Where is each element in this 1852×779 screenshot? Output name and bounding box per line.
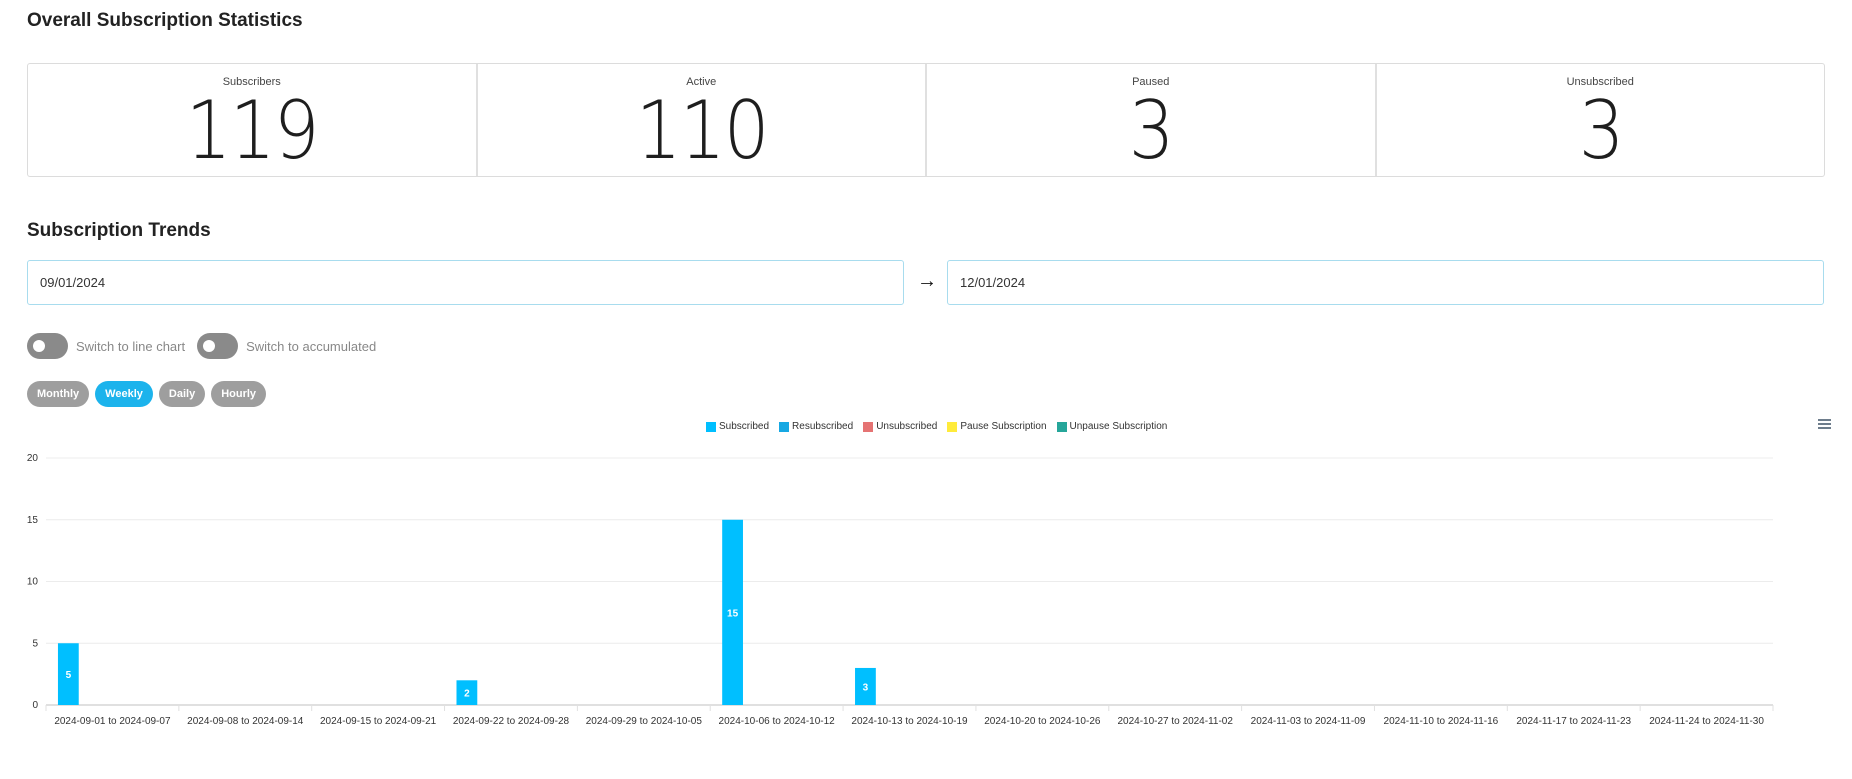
line-chart-toggle[interactable]	[27, 333, 68, 359]
x-tick-label: 2024-09-01 to 2024-09-07	[54, 716, 171, 727]
stat-value: 3	[1578, 84, 1624, 177]
period-daily-button[interactable]: Daily	[158, 381, 206, 407]
y-tick-label: 0	[32, 700, 38, 711]
menu-line	[1818, 427, 1831, 429]
legend-label: Subscribed	[719, 421, 770, 432]
chart-toggles: Switch to line chart Switch to accumulat…	[27, 333, 388, 359]
legend-label: Pause Subscription	[960, 421, 1047, 432]
x-tick-label: 2024-11-24 to 2024-11-30	[1649, 716, 1764, 727]
legend-item-unpause-subscription[interactable]: Unpause Subscription	[1056, 421, 1168, 432]
legend-swatch	[1056, 421, 1067, 432]
legend-swatch	[863, 421, 874, 432]
stat-card-unsubscribed: Unsubscribed 3	[1377, 64, 1825, 176]
toggle-knob	[203, 340, 216, 352]
accumulated-toggle[interactable]	[197, 333, 239, 359]
y-tick-label: 10	[27, 577, 39, 588]
x-tick-label: 2024-10-13 to 2024-10-19	[851, 716, 968, 727]
x-tick-label: 2024-11-17 to 2024-11-23	[1516, 716, 1631, 727]
stat-card-active: Active 110	[478, 64, 927, 177]
bar-data-label: 2	[464, 689, 470, 700]
bar-data-label: 15	[727, 608, 739, 619]
chart-legend: Subscribed Resubscribed Unsubscribed Pau…	[706, 421, 1167, 432]
trends-section-title: Subscription Trends	[27, 220, 211, 241]
legend-label: Unpause Subscription	[1069, 421, 1168, 432]
stats-cards: Subscribers 119 Active 110 Paused 3 Unsu…	[27, 63, 1825, 177]
chart-menu-icon[interactable]	[1818, 419, 1831, 430]
subscription-trends-chart: 0 5 10 15 20 2024-09-01 to 2024-09-07 2024-09-…	[27, 453, 1774, 727]
x-tick-label: 2024-09-29 to 2024-10-05	[586, 716, 703, 727]
period-hourly-button[interactable]: Hourly	[211, 381, 267, 407]
start-date-input[interactable]: 09/01/2024	[27, 260, 904, 305]
period-weekly-button[interactable]: Weekly	[95, 381, 153, 407]
toggle-knob	[33, 340, 45, 352]
accumulated-toggle-label: Switch to accumulated	[246, 338, 377, 354]
legend-swatch	[947, 421, 958, 432]
y-tick-label: 20	[27, 453, 39, 464]
menu-line	[1818, 419, 1831, 421]
bar-data-label: 5	[66, 670, 72, 681]
stat-value: 110	[635, 84, 769, 177]
legend-swatch	[706, 421, 716, 432]
legend-item-resubscribed[interactable]: Resubscribed	[779, 421, 853, 432]
legend-item-subscribed[interactable]: Subscribed	[706, 421, 769, 432]
x-tick-label: 2024-09-22 to 2024-09-28	[453, 716, 570, 727]
x-tick-label: 2024-10-06 to 2024-10-12	[719, 716, 836, 727]
x-tick-label: 2024-09-08 to 2024-09-14	[187, 716, 304, 727]
period-monthly-button[interactable]: Monthly	[27, 381, 90, 407]
menu-line	[1818, 423, 1831, 425]
legend-label: Unsubscribed	[876, 421, 938, 432]
legend-label: Resubscribed	[792, 421, 854, 432]
x-tick-label: 2024-10-20 to 2024-10-26	[984, 716, 1101, 727]
x-tick-label: 2024-10-27 to 2024-11-02	[1117, 716, 1233, 727]
end-date-input[interactable]: 12/01/2024	[947, 260, 1824, 305]
legend-swatch	[779, 421, 790, 432]
stat-value: 119	[185, 84, 320, 177]
legend-item-pause-subscription[interactable]: Pause Subscription	[947, 421, 1047, 432]
period-selector: Monthly Weekly Daily Hourly	[27, 381, 267, 407]
legend-item-unsubscribed[interactable]: Unsubscribed	[863, 421, 937, 432]
stat-value: 3	[1128, 84, 1175, 177]
bar-data-label: 3	[863, 682, 869, 693]
y-tick-label: 5	[32, 638, 38, 649]
x-tick-label: 2024-11-03 to 2024-11-09	[1251, 716, 1366, 727]
x-tick-label: 2024-11-10 to 2024-11-16	[1384, 716, 1499, 727]
y-tick-label: 15	[27, 515, 39, 526]
x-tick-label: 2024-09-15 to 2024-09-21	[320, 716, 437, 727]
line-chart-toggle-label: Switch to line chart	[76, 338, 186, 354]
stat-card-paused: Paused 3	[927, 64, 1377, 176]
arrow-right-icon: →	[917, 270, 937, 292]
stats-section-title: Overall Subscription Statistics	[27, 10, 303, 31]
stat-card-subscribers: Subscribers 119	[28, 64, 478, 176]
